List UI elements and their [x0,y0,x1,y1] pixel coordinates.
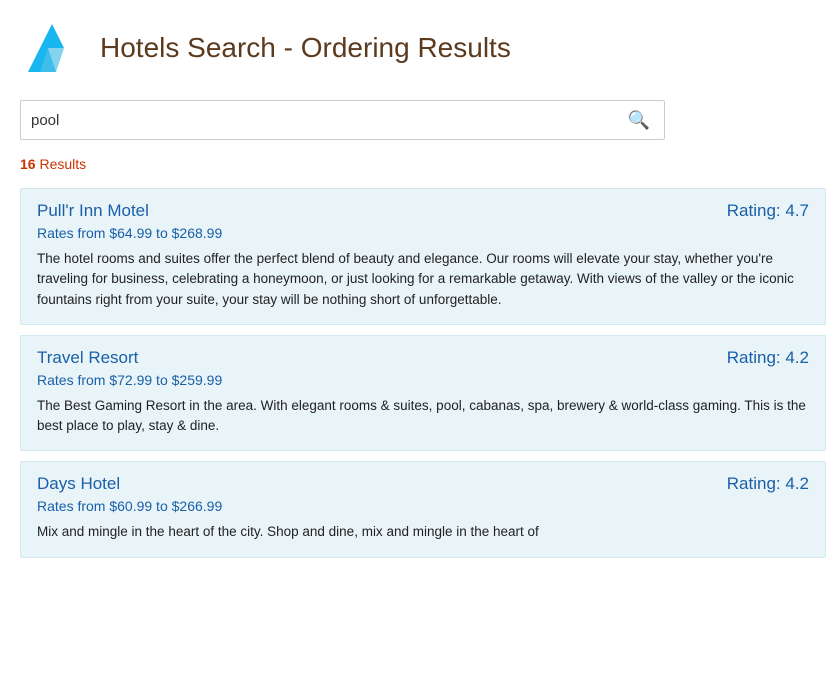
hotel-rating: Rating: 4.2 [727,348,809,368]
search-input[interactable] [31,112,624,129]
header: Hotels Search - Ordering Results [0,0,836,92]
hotel-rates: Rates from $72.99 to $259.99 [37,372,809,388]
results-label: Results [36,156,87,172]
hotel-header: Pull'r Inn Motel Rating: 4.7 [37,201,809,221]
search-box: 🔍 [20,100,665,140]
results-list[interactable]: Pull'r Inn Motel Rating: 4.7 Rates from … [10,180,836,679]
hotel-name[interactable]: Pull'r Inn Motel [37,201,149,221]
hotel-rates: Rates from $60.99 to $266.99 [37,498,809,514]
hotel-card: Travel Resort Rating: 4.2 Rates from $72… [20,335,826,452]
hotel-name[interactable]: Days Hotel [37,474,120,494]
page-wrapper: Hotels Search - Ordering Results 🔍 16 Re… [0,0,836,679]
hotel-rating: Rating: 4.7 [727,201,809,221]
results-count-bar: 16 Results [0,152,836,180]
hotel-card: Pull'r Inn Motel Rating: 4.7 Rates from … [20,188,826,325]
hotel-header: Days Hotel Rating: 4.2 [37,474,809,494]
search-section: 🔍 [0,92,836,152]
page-title: Hotels Search - Ordering Results [100,32,511,64]
hotel-description: Mix and mingle in the heart of the city.… [37,522,809,542]
results-number: 16 [20,156,36,172]
search-icon: 🔍 [628,110,650,131]
hotel-name[interactable]: Travel Resort [37,348,138,368]
azure-logo [20,16,84,80]
hotel-rates: Rates from $64.99 to $268.99 [37,225,809,241]
hotel-description: The Best Gaming Resort in the area. With… [37,396,809,437]
logo-container [20,16,84,80]
search-button[interactable]: 🔍 [624,106,654,135]
main-content: Pull'r Inn Motel Rating: 4.7 Rates from … [0,180,836,679]
hotel-description: The hotel rooms and suites offer the per… [37,249,809,310]
hotel-card: Days Hotel Rating: 4.2 Rates from $60.99… [20,461,826,557]
hotel-header: Travel Resort Rating: 4.2 [37,348,809,368]
hotel-rating: Rating: 4.2 [727,474,809,494]
